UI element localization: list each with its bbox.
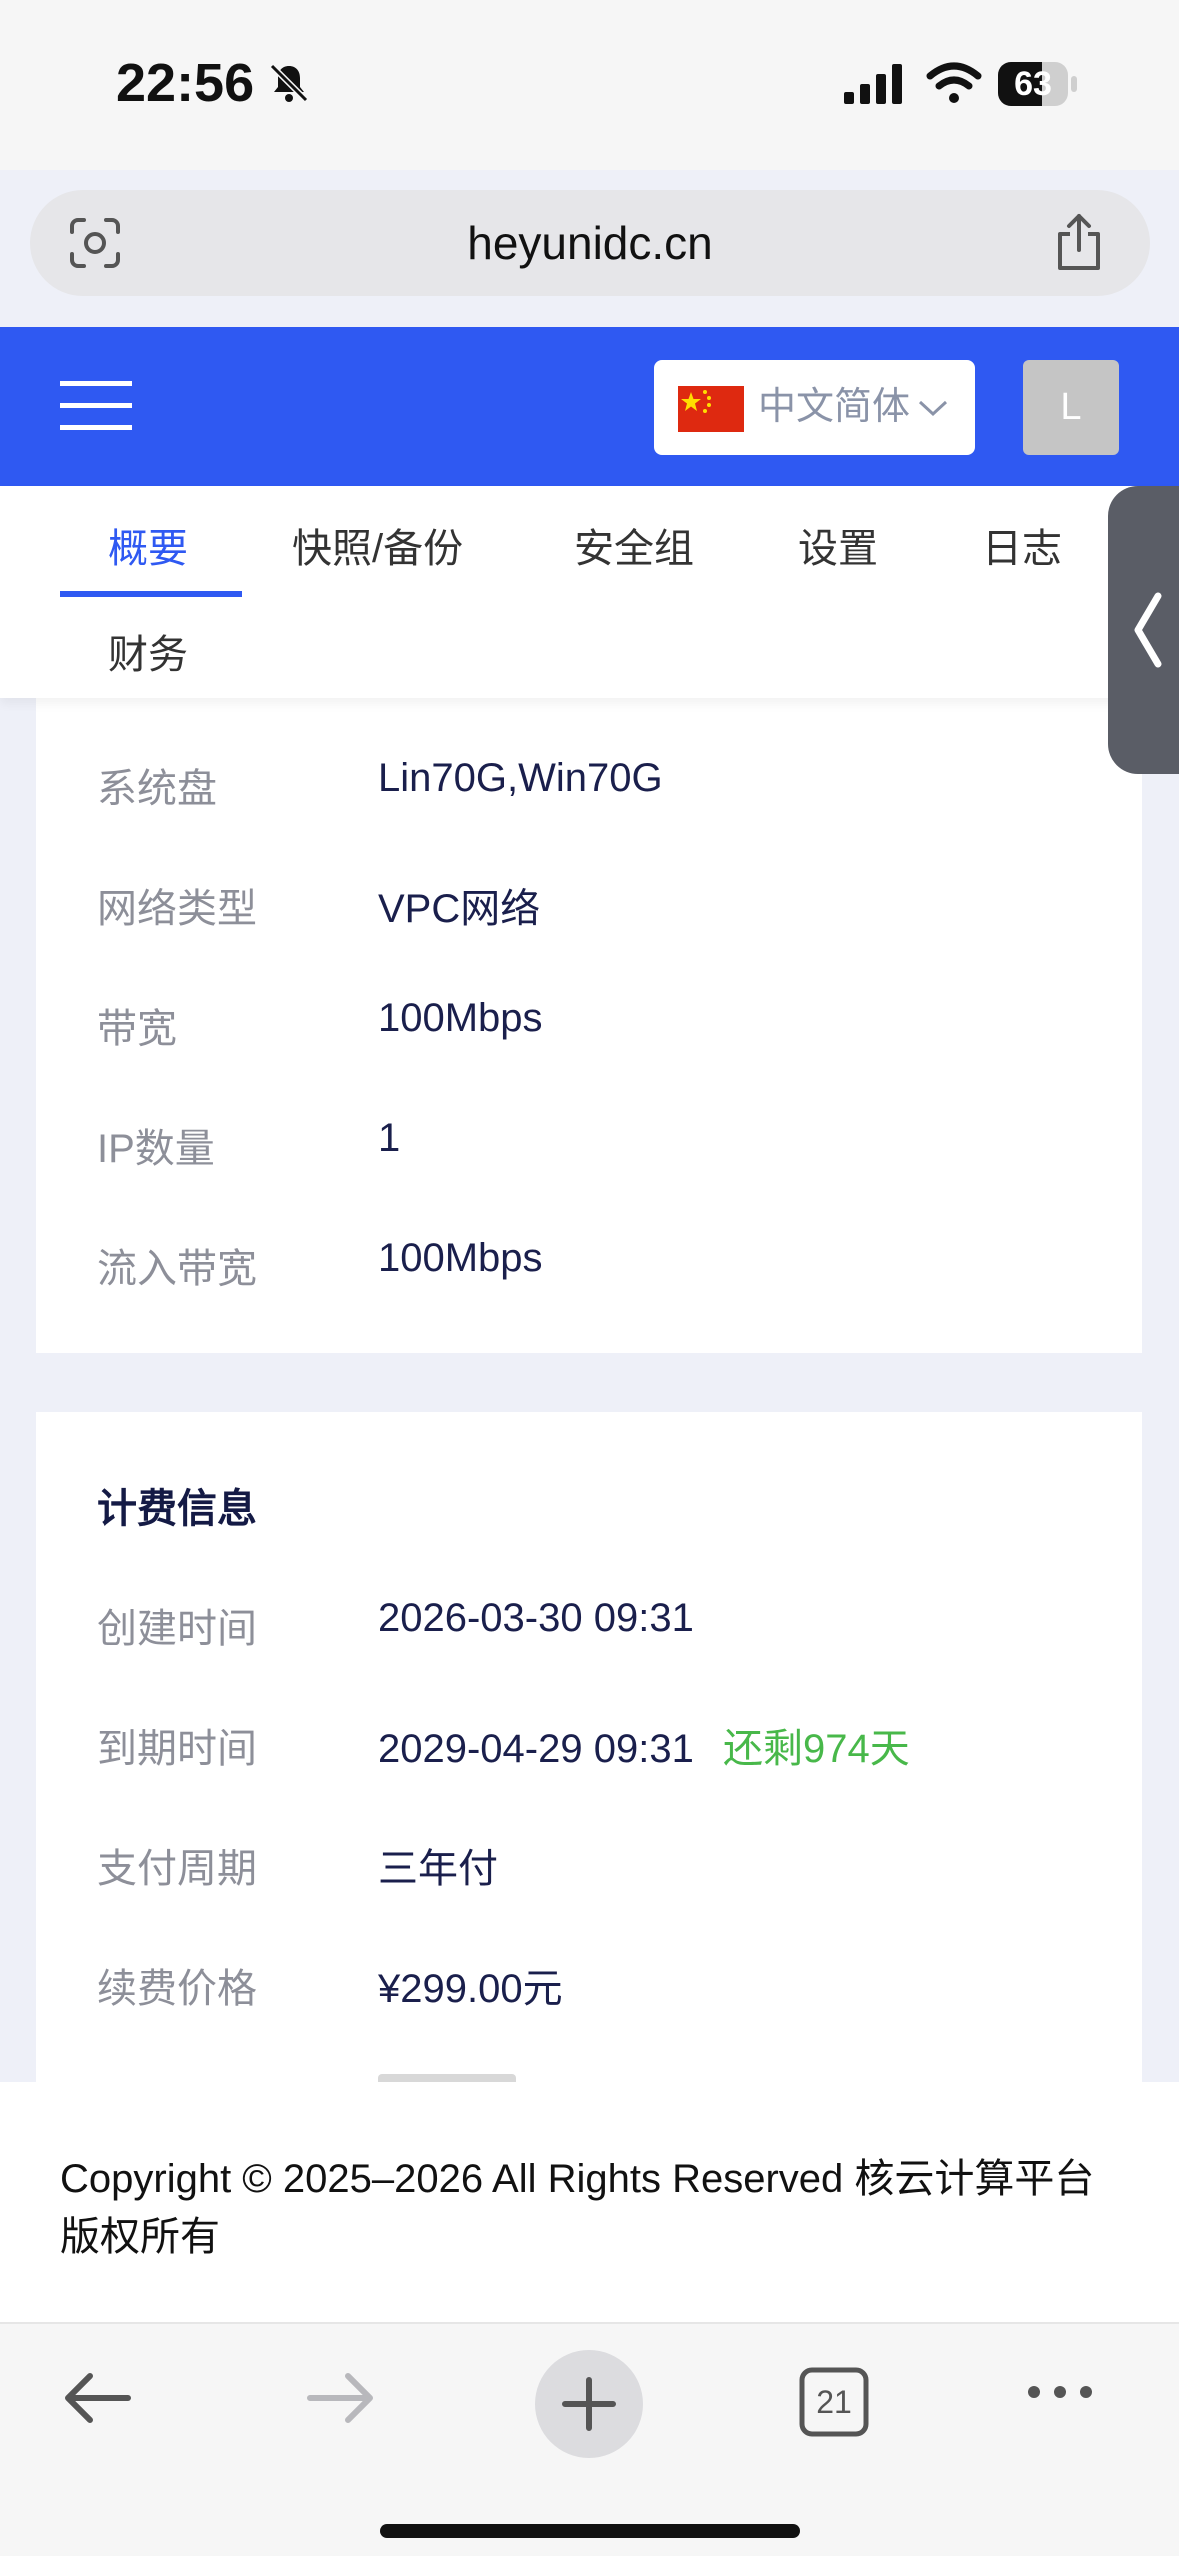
signal-icon xyxy=(844,64,902,104)
chevron-left-icon xyxy=(1134,592,1162,668)
wifi-icon xyxy=(926,62,982,103)
row-label: 续费价格 xyxy=(97,1967,257,2011)
tab-bar: 概要 快照/备份 安全组 设置 日志 财务 xyxy=(0,486,1179,698)
row-label: 系统盘 xyxy=(97,767,217,811)
row-value: ¥299.00元 xyxy=(378,1967,563,2011)
share-icon[interactable] xyxy=(1050,210,1108,274)
days-remaining: 还剩974天 xyxy=(722,1727,910,1771)
expiry-date: 2029-04-29 09:31 xyxy=(378,1727,694,1771)
row-value: 100Mbps xyxy=(378,1236,543,1280)
forward-arrow-icon[interactable] xyxy=(306,2366,378,2430)
row-value: Lin70G,Win70G xyxy=(378,756,663,800)
language-label: 中文简体 xyxy=(758,386,911,428)
tab-settings[interactable]: 设置 xyxy=(798,516,878,574)
row-label: 支付周期 xyxy=(97,1847,257,1891)
row-label: 流入带宽 xyxy=(97,1247,257,1291)
visual-search-icon[interactable] xyxy=(66,214,124,272)
url-text[interactable]: heyunidc.cn xyxy=(30,190,1150,296)
hamburger-menu-icon[interactable] xyxy=(60,373,132,437)
row-label: IP数量 xyxy=(97,1127,215,1171)
status-bar: 22:56 63 heyunidc.cn xyxy=(0,0,1179,296)
config-card: 系统盘 Lin70G,Win70G 网络类型 VPC网络 带宽 100Mbps … xyxy=(36,698,1142,1353)
more-options-icon[interactable] xyxy=(1024,2380,1096,2404)
status-time: 22:56 xyxy=(116,53,255,113)
row-label: 网络类型 xyxy=(97,887,257,931)
tab-security-group[interactable]: 安全组 xyxy=(574,516,694,574)
bell-muted-icon xyxy=(269,63,309,103)
site-header: 中文简体 L xyxy=(0,327,1179,486)
row-value: VPC网络 xyxy=(378,887,541,931)
tab-overview[interactable]: 概要 xyxy=(108,516,188,574)
chevron-down-icon xyxy=(918,400,948,417)
back-arrow-icon[interactable] xyxy=(60,2366,132,2430)
home-indicator xyxy=(380,2524,800,2538)
page-footer: Copyright © 2025–2026 All Rights Reserve… xyxy=(0,2082,1179,2324)
row-label: 创建时间 xyxy=(97,1607,257,1651)
browser-toolbar: 21 xyxy=(0,2324,1179,2556)
row-label: 带宽 xyxy=(97,1007,177,1051)
copyright-text: Copyright © 2025–2026 All Rights Reserve… xyxy=(60,2157,1095,2259)
new-tab-button[interactable] xyxy=(535,2350,643,2458)
battery-percent: 63 xyxy=(1014,65,1052,103)
plus-icon xyxy=(562,2377,616,2431)
billing-card: 计费信息 创建时间 2026-03-30 09:31 到期时间 2029-04-… xyxy=(36,1412,1142,2114)
battery-indicator: 63 xyxy=(998,62,1078,106)
row-value: 2026-03-30 09:31 xyxy=(378,1596,694,1640)
row-value: 100Mbps xyxy=(378,996,543,1040)
side-drawer-handle[interactable] xyxy=(1108,486,1179,774)
row-value: 2029-04-29 09:31 还剩974天 xyxy=(378,1716,910,1774)
row-value: 1 xyxy=(378,1116,401,1160)
tab-snapshot-backup[interactable]: 快照/备份 xyxy=(292,516,463,574)
tab-finance[interactable]: 财务 xyxy=(108,622,188,680)
china-flag-icon xyxy=(678,386,744,432)
user-avatar[interactable]: L xyxy=(1023,360,1119,455)
active-tab-indicator xyxy=(60,591,242,597)
tab-logs[interactable]: 日志 xyxy=(982,516,1062,574)
language-selector[interactable]: 中文简体 xyxy=(654,360,975,455)
tabs-switcher-button[interactable]: 21 xyxy=(798,2366,870,2438)
row-value: 三年付 xyxy=(378,1847,498,1891)
address-bar[interactable]: heyunidc.cn xyxy=(30,190,1150,296)
row-label: 到期时间 xyxy=(97,1727,257,1771)
tab-count: 21 xyxy=(816,2384,852,2420)
billing-title: 计费信息 xyxy=(97,1487,257,1531)
